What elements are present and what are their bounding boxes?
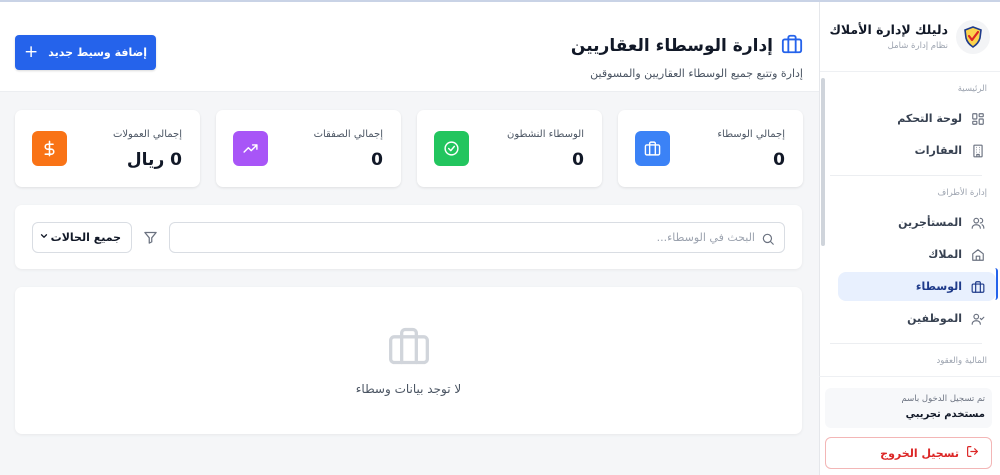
active-item-indicator bbox=[995, 268, 998, 300]
stat-card-total-brokers: إجمالي الوسطاء 0 bbox=[618, 110, 803, 187]
building-icon bbox=[970, 143, 986, 159]
stat-label: الوسطاء النشطون bbox=[507, 129, 584, 140]
nav-divider bbox=[830, 343, 982, 344]
filter-icon[interactable] bbox=[143, 230, 158, 249]
page-title: إدارة الوسطاء العقاريين bbox=[570, 36, 773, 56]
sidebar-item-owners[interactable]: الملاك bbox=[838, 240, 996, 269]
stat-value: 0 bbox=[572, 150, 584, 170]
user-name: مستخدم تجريبي bbox=[905, 409, 985, 420]
status-select-value: جميع الحالات bbox=[50, 231, 121, 244]
sidebar-item-employees[interactable]: الموظفين bbox=[838, 304, 996, 333]
trending-up-icon bbox=[233, 131, 268, 166]
search-icon bbox=[761, 231, 775, 250]
user-caption: تم تسجيل الدخول باسم bbox=[901, 394, 985, 404]
briefcase-icon bbox=[970, 279, 986, 295]
stat-label: إجمالي الوسطاء bbox=[717, 129, 785, 140]
sidebar-nav: الرئيسية لوحة التحكم العقارات إدارة الأط… bbox=[820, 72, 1000, 366]
sidebar-item-label: الوسطاء bbox=[915, 280, 962, 293]
sidebar-item-brokers[interactable]: الوسطاء bbox=[838, 272, 996, 301]
user-check-icon bbox=[970, 311, 986, 327]
sidebar-item-label: العقارات bbox=[914, 144, 962, 157]
search-box bbox=[169, 222, 785, 253]
sidebar-item-label: الملاك bbox=[928, 248, 962, 261]
add-broker-label: إضافة وسيط جديد bbox=[48, 46, 147, 59]
sidebar-item-label: لوحة التحكم bbox=[897, 112, 962, 125]
filter-panel: جميع الحالات bbox=[15, 205, 802, 269]
logout-label: تسجيل الخروج bbox=[880, 446, 959, 460]
brand: دليلك لإدارة الأملاك نظام إدارة شامل bbox=[820, 2, 1000, 72]
nav-section-main: الرئيسية bbox=[957, 84, 987, 94]
check-circle-icon bbox=[434, 131, 469, 166]
sidebar-item-label: الموظفين bbox=[907, 312, 962, 325]
stat-card-active-brokers: الوسطاء النشطون 0 bbox=[417, 110, 602, 187]
brand-title: دليلك لإدارة الأملاك bbox=[829, 22, 948, 37]
briefcase-icon bbox=[387, 324, 431, 372]
sidebar-item-tenants[interactable]: المستأجرين bbox=[838, 208, 996, 237]
logout-button[interactable]: تسجيل الخروج bbox=[825, 437, 992, 469]
logout-icon bbox=[966, 445, 979, 461]
logged-in-user: تم تسجيل الدخول باسم مستخدم تجريبي bbox=[825, 388, 992, 428]
page-subtitle: إدارة وتتبع جميع الوسطاء العقاريين والمس… bbox=[590, 67, 803, 80]
briefcase-icon bbox=[781, 33, 803, 59]
brokers-list-panel: لا توجد بيانات وسطاء bbox=[15, 287, 802, 434]
home-icon bbox=[970, 247, 986, 263]
users-icon bbox=[970, 215, 986, 231]
main-content: إدارة الوسطاء العقاريين إدارة وتتبع جميع… bbox=[0, 2, 819, 475]
brand-logo bbox=[956, 19, 990, 54]
empty-state-message: لا توجد بيانات وسطاء bbox=[355, 382, 462, 396]
sidebar-scrollbar[interactable] bbox=[821, 78, 825, 246]
stat-value: 0 bbox=[371, 150, 383, 170]
add-broker-button[interactable]: + إضافة وسيط جديد bbox=[15, 35, 156, 70]
search-input[interactable] bbox=[170, 223, 784, 252]
brand-subtitle: نظام إدارة شامل bbox=[887, 41, 948, 51]
sidebar-item-label: المستأجرين bbox=[898, 216, 962, 229]
nav-section-parties: إدارة الأطراف bbox=[937, 188, 987, 198]
chevron-down-icon bbox=[39, 231, 49, 244]
plus-icon: + bbox=[23, 42, 39, 62]
header-titles: إدارة الوسطاء العقاريين إدارة وتتبع جميع… bbox=[571, 33, 803, 80]
dollar-icon bbox=[32, 131, 67, 166]
nav-divider bbox=[830, 175, 982, 176]
stat-value: 0 ريال bbox=[126, 150, 182, 170]
stat-card-total-commissions: إجمالي العمولات 0 ريال bbox=[15, 110, 200, 187]
sidebar: دليلك لإدارة الأملاك نظام إدارة شامل الر… bbox=[819, 2, 1000, 475]
briefcase-icon bbox=[635, 131, 670, 166]
sidebar-footer: تم تسجيل الدخول باسم مستخدم تجريبي تسجيل… bbox=[819, 376, 1000, 475]
stat-card-total-deals: إجمالي الصفقات 0 bbox=[216, 110, 401, 187]
page-header: إدارة الوسطاء العقاريين إدارة وتتبع جميع… bbox=[0, 2, 819, 92]
shield-check-logo-icon bbox=[964, 25, 982, 48]
nav-section-finance: المالية والعقود bbox=[936, 356, 987, 366]
status-select[interactable]: جميع الحالات bbox=[32, 222, 132, 253]
sidebar-item-dashboard[interactable]: لوحة التحكم bbox=[838, 104, 996, 133]
stat-value: 0 bbox=[773, 150, 785, 170]
stat-label: إجمالي العمولات bbox=[112, 129, 182, 140]
sidebar-item-properties[interactable]: العقارات bbox=[838, 136, 996, 165]
dashboard-icon bbox=[970, 111, 986, 127]
stats-cards: إجمالي الوسطاء 0 الوسطاء النشطون 0 إجمال… bbox=[15, 110, 803, 187]
stat-label: إجمالي الصفقات bbox=[313, 129, 383, 140]
